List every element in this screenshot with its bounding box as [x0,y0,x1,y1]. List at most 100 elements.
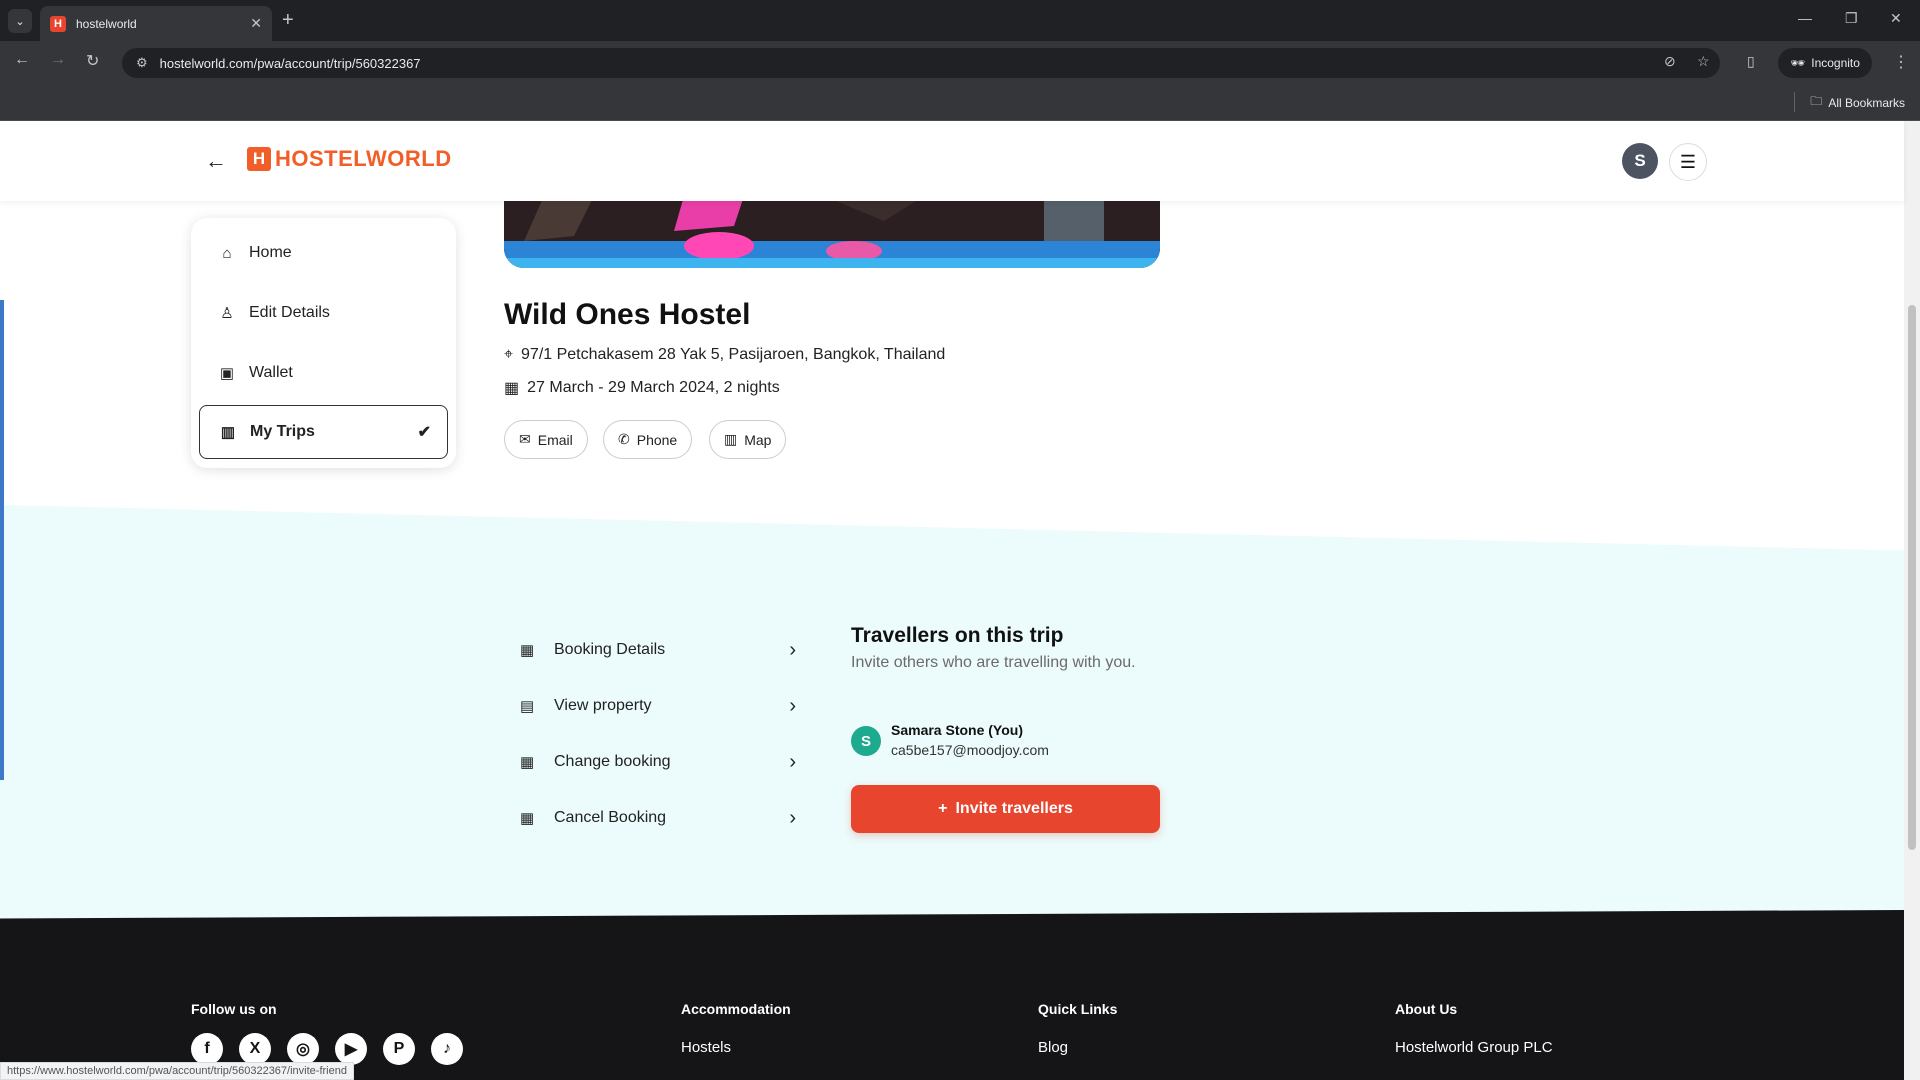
blog-link[interactable]: Blog [1038,1039,1068,1056]
phone-label: Phone [636,431,678,448]
travellers-title: Travellers on this trip [851,624,1064,647]
reload-icon[interactable]: ↻ [86,51,99,71]
close-tab-icon[interactable]: ✕ [250,15,262,32]
eye-off-icon[interactable]: ⊘ [1664,53,1676,70]
incognito-label: Incognito [1811,56,1860,70]
map-icon: ▥ [220,424,236,441]
plus-icon: + [938,800,948,817]
map-button[interactable]: ▥ Map [709,420,787,459]
invite-label: Invite travellers [955,800,1073,817]
quick-links-heading: Quick Links [1038,1001,1118,1017]
user-avatar[interactable]: S [1622,143,1658,179]
change-booking-link[interactable]: ▦ Change booking › [520,744,796,780]
home-icon: ⌂ [222,244,232,262]
logo-mark: H [247,147,271,171]
sidebar-item-edit-details[interactable]: ♙ Edit Details [199,286,448,340]
instagram-icon[interactable]: ◎ [287,1033,319,1065]
cancel-booking-link[interactable]: ▦ Cancel Booking › [520,800,796,836]
invite-travellers-button[interactable]: + Invite travellers [851,785,1160,833]
tiktok-icon[interactable]: ♪ [431,1033,463,1065]
minimize-icon[interactable]: — [1798,10,1812,26]
site-footer [0,910,1904,1080]
chevron-right-icon: › [789,638,796,661]
address-bar[interactable]: ⚙ hostelworld.com/pwa/account/trip/56032… [122,48,1720,78]
bookmarks-bar [0,85,1920,121]
site-info-icon[interactable]: ⚙ [136,55,148,71]
accommodation-heading: Accommodation [681,1001,791,1017]
property-address: 97/1 Petchakasem 28 Yak 5, Pasijaroen, B… [521,346,946,363]
wallet-icon: ▣ [219,365,235,382]
chevron-right-icon: › [789,806,796,829]
sidebar-item-label: Edit Details [249,304,330,321]
back-arrow-icon[interactable]: ← [205,148,227,174]
browser-tab[interactable]: H hostelworld ✕ [40,6,272,41]
x-twitter-icon[interactable]: X [239,1033,271,1065]
traveller-email: ca5be157@moodjoy.com [891,742,1049,758]
user-icon: ♙ [220,305,234,322]
account-sidebar: ⌂ Home ♙ Edit Details ▣ Wallet ▥ My Trip… [191,218,456,468]
pool-scene-illustration [504,196,1160,268]
action-label: Change booking [554,753,671,770]
browser-menu-icon[interactable]: ⋮ [1893,52,1909,72]
hamburger-menu-icon[interactable]: ☰ [1669,143,1707,181]
action-label: Cancel Booking [554,809,667,826]
sidebar-item-wallet[interactable]: ▣ Wallet [199,346,448,400]
property-address-row: ⌖ 97/1 Petchakasem 28 Yak 5, Pasijaroen,… [504,346,945,364]
pinterest-icon[interactable]: P [383,1033,415,1065]
building-icon: ▤ [520,698,535,715]
sidebar-item-my-trips[interactable]: ▥ My Trips ✔ [199,405,448,459]
traveller-name: Samara Stone (You) [891,722,1023,738]
view-property-link[interactable]: ▤ View property › [520,688,796,724]
address-url: hostelworld.com/pwa/account/trip/5603223… [159,55,421,71]
incognito-badge[interactable]: 🕶 Incognito [1778,48,1872,78]
facebook-icon[interactable]: f [191,1033,223,1065]
traveller-avatar: S [851,726,881,756]
email-label: Email [537,431,573,448]
email-button[interactable]: ✉ Email [504,420,588,459]
all-bookmarks-label: All Bookmarks [1828,95,1905,110]
chevron-right-icon: › [789,694,796,717]
sidebar-item-label: Home [249,244,292,261]
sidebar-item-label: Wallet [249,364,293,381]
folder-icon: 🗀 [1810,94,1823,108]
restore-icon[interactable]: ❐ [1845,10,1858,27]
scrollbar-thumb[interactable] [1908,305,1916,850]
left-edge-accent [0,300,4,780]
bookmarks-divider [1794,92,1795,112]
status-bar-url: https://www.hostelworld.com/pwa/account/… [0,1062,354,1080]
all-bookmarks-button[interactable]: 🗀 All Bookmarks [1810,92,1905,113]
close-window-icon[interactable]: ✕ [1890,10,1902,27]
calendar-x-icon: ▦ [520,810,535,827]
calendar-edit-icon: ▦ [520,754,535,771]
youtube-icon[interactable]: ▶ [335,1033,367,1065]
hostelworld-favicon-icon: H [50,15,66,32]
new-tab-plus-icon[interactable]: + [282,10,294,30]
sidebar-item-label: My Trips [250,423,315,440]
property-name: Wild Ones Hostel [504,298,751,331]
forward-icon[interactable]: → [50,51,66,69]
trip-dates-row: ▦ 27 March - 29 March 2024, 2 nights [504,378,780,398]
map-label: Map [744,431,772,448]
back-icon[interactable]: ← [14,51,30,69]
follow-us-heading: Follow us on [191,1001,277,1017]
side-panel-icon[interactable]: ▯ [1747,53,1755,70]
hostelworld-logo[interactable]: H HOSTELWORLD [247,146,452,172]
phone-button[interactable]: ✆ Phone [603,420,693,459]
envelope-icon: ✉ [519,431,531,447]
incognito-icon: 🕶 [1790,56,1806,70]
hostelworld-group-link[interactable]: Hostelworld Group PLC [1395,1039,1553,1056]
logo-text: HOSTELWORLD [275,146,452,171]
tab-list-chevron-icon[interactable]: ⌄ [8,9,32,33]
map-icon: ▥ [724,431,738,447]
booking-details-link[interactable]: ▦ Booking Details › [520,632,796,668]
travellers-subtitle: Invite others who are travelling with yo… [851,654,1136,671]
action-label: Booking Details [554,641,666,658]
trip-dates: 27 March - 29 March 2024, 2 nights [527,379,780,396]
bookmark-star-icon[interactable]: ☆ [1697,53,1710,70]
calendar-icon: ▦ [520,642,535,659]
hostels-link[interactable]: Hostels [681,1039,731,1056]
chevron-right-icon: › [789,750,796,773]
action-label: View property [554,697,652,714]
about-us-heading: About Us [1395,1001,1458,1017]
sidebar-item-home[interactable]: ⌂ Home [199,226,448,280]
